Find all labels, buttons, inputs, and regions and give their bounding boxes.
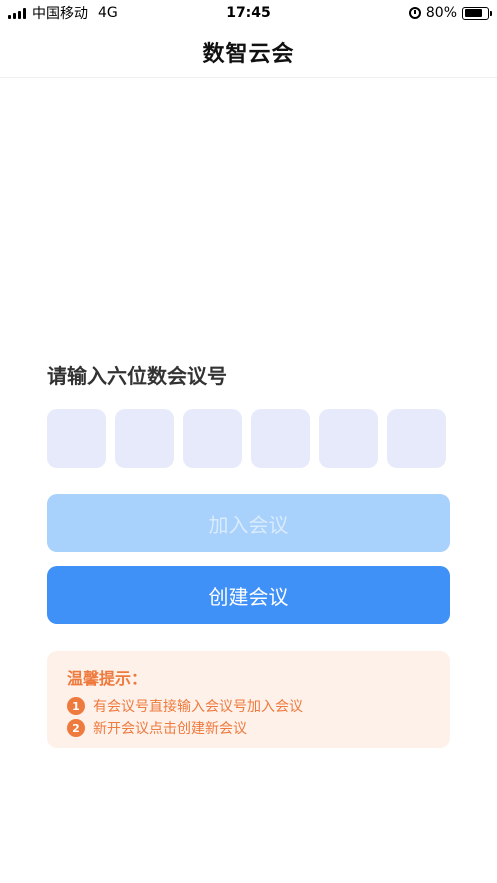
tips-panel: 温馨提示： 1 有会议号直接输入会议号加入会议 2 新开会议点击创建新会议 <box>47 651 450 748</box>
page-title: 数智云会 <box>202 41 295 67</box>
tip-number-badge: 1 <box>67 697 85 715</box>
tip-text: 新开会议点击创建新会议 <box>93 721 247 737</box>
code-digit-box-1[interactable] <box>47 409 106 468</box>
code-digit-box-5[interactable] <box>319 409 378 468</box>
tip-text: 有会议号直接输入会议号加入会议 <box>93 699 303 715</box>
code-digit-box-2[interactable] <box>115 409 174 468</box>
status-left: 中国移动 4G <box>8 3 118 23</box>
signal-icon <box>8 7 26 19</box>
tip-item: 1 有会议号直接输入会议号加入会议 <box>67 695 430 717</box>
create-meeting-button[interactable]: 创建会议 <box>47 566 450 624</box>
nav-header: 数智云会 <box>0 26 497 78</box>
battery-icon <box>462 6 492 20</box>
network-label: 4G <box>98 5 118 21</box>
alarm-icon <box>408 7 421 19</box>
meeting-code-prompt: 请输入六位数会议号 <box>47 364 227 388</box>
code-digit-box-4[interactable] <box>251 409 310 468</box>
tips-title: 温馨提示： <box>67 669 148 688</box>
status-bar: 中国移动 4G 17:45 80% <box>0 0 497 26</box>
tip-item: 2 新开会议点击创建新会议 <box>67 717 430 739</box>
carrier-label: 中国移动 <box>32 6 88 22</box>
meeting-join-page: 中国移动 4G 17:45 80% 数智云会 请输入六位数会议号 加入会议 创建… <box>0 0 497 883</box>
battery-percent: 80% <box>425 5 457 21</box>
code-digit-box-3[interactable] <box>183 409 242 468</box>
status-right: 80% <box>408 5 492 21</box>
code-digit-box-6[interactable] <box>387 409 446 468</box>
battery-fill <box>464 9 483 17</box>
tip-number-badge: 2 <box>67 719 85 737</box>
meeting-code-input[interactable] <box>47 409 446 468</box>
join-meeting-button[interactable]: 加入会议 <box>47 494 450 552</box>
